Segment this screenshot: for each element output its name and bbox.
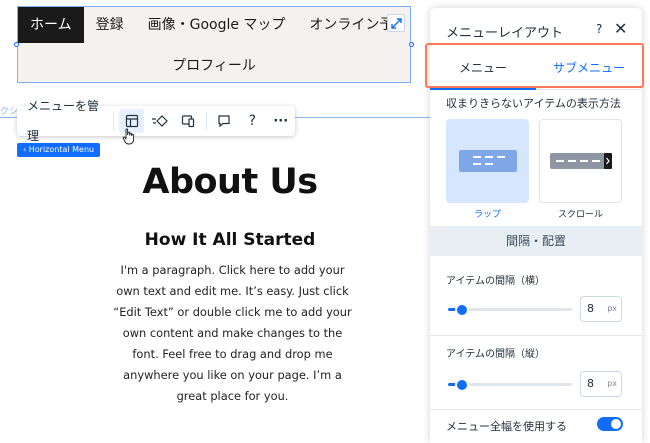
hand-cursor-icon bbox=[122, 128, 135, 145]
spacing-v-value: 8 bbox=[587, 377, 594, 390]
help-icon: ? bbox=[248, 113, 256, 129]
menu-item-home[interactable]: ホーム bbox=[18, 7, 84, 43]
option-wrap-label: ラップ bbox=[473, 210, 501, 220]
page-title[interactable]: About Us bbox=[110, 162, 350, 202]
spacing-v-slider[interactable] bbox=[448, 379, 572, 390]
option-scroll[interactable] bbox=[539, 119, 622, 203]
spacing-v-label: アイテムの間隔（縦） bbox=[446, 349, 545, 360]
help-button[interactable]: ? bbox=[240, 109, 264, 133]
page-paragraph[interactable]: I'm a paragraph. Click here to add your … bbox=[110, 260, 355, 407]
selection-handle-left[interactable] bbox=[14, 42, 19, 47]
divider bbox=[430, 409, 642, 410]
panel-tabs: メニュー サブメニュー bbox=[430, 46, 642, 90]
spacing-v-input[interactable]: 8 px bbox=[580, 371, 622, 397]
spacing-h-input[interactable]: 8 px bbox=[580, 296, 622, 322]
layout-icon bbox=[125, 114, 138, 128]
spacing-h-slider[interactable] bbox=[448, 304, 572, 315]
diagonal-arrows-icon bbox=[390, 17, 402, 29]
stretch-handle[interactable] bbox=[387, 14, 405, 32]
section-guide-label: クシ bbox=[0, 107, 19, 117]
menu-item-images-map[interactable]: 画像・Google マップ bbox=[136, 7, 298, 43]
panel-header: メニューレイアウト ? ✕ bbox=[430, 8, 642, 50]
option-wrap[interactable] bbox=[446, 119, 529, 203]
scroll-layout-icon bbox=[549, 153, 612, 169]
page-subtitle[interactable]: How It All Started bbox=[110, 230, 350, 250]
menu-item-profile[interactable]: プロフィール bbox=[18, 54, 410, 78]
toolbar-divider bbox=[205, 112, 207, 130]
panel-close-icon[interactable]: ✕ bbox=[614, 19, 627, 38]
option-scroll-label: スクロール bbox=[557, 210, 603, 220]
panel-title: メニューレイアウト bbox=[446, 26, 564, 41]
comment-button[interactable] bbox=[212, 109, 236, 133]
wrap-layout-icon bbox=[458, 150, 517, 172]
toolbar-divider bbox=[113, 112, 115, 130]
menu-layout-panel: メニューレイアウト ? ✕ メニュー サブメニュー 収まりきらないアイテムの表示… bbox=[430, 8, 642, 443]
menu-item-register[interactable]: 登録 bbox=[84, 7, 136, 43]
panel-help-icon[interactable]: ? bbox=[596, 22, 602, 36]
section-title-spacing: 間隔・配置 bbox=[430, 226, 642, 256]
tab-menu[interactable]: メニュー bbox=[430, 46, 536, 90]
spacing-h-value: 8 bbox=[587, 302, 594, 315]
full-width-label: メニュー全幅を使用する bbox=[446, 420, 567, 433]
horizontal-menu[interactable]: ホーム 登録 画像・Google マップ オンライン予 プロフィール bbox=[17, 6, 411, 83]
animation-icon bbox=[152, 115, 168, 127]
mobile-button[interactable] bbox=[176, 109, 200, 133]
floating-toolbar: メニューを管理 ? ··· bbox=[17, 99, 295, 143]
mobile-desktop-icon bbox=[182, 115, 195, 128]
component-tag[interactable]: ‹ Horizontal Menu bbox=[17, 143, 101, 157]
spacing-v-slider-knob[interactable] bbox=[457, 379, 467, 390]
tab-submenu[interactable]: サブメニュー bbox=[536, 46, 642, 89]
comment-icon bbox=[218, 115, 230, 128]
more-button[interactable]: ··· bbox=[269, 109, 293, 133]
spacing-h-unit: px bbox=[607, 304, 617, 313]
menu-row: ホーム 登録 画像・Google マップ オンライン予 bbox=[18, 7, 410, 43]
overflow-label: 収まりきらないアイテムの表示方法 bbox=[446, 97, 621, 110]
more-icon: ··· bbox=[273, 113, 289, 129]
manage-menu-button[interactable]: メニューを管理 bbox=[17, 91, 110, 151]
spacing-h-label: アイテムの間隔（横） bbox=[446, 276, 545, 287]
spacing-h-slider-knob[interactable] bbox=[457, 304, 467, 315]
divider bbox=[430, 335, 642, 336]
component-tag-label: Horizontal Menu bbox=[28, 145, 95, 154]
spacing-v-unit: px bbox=[607, 379, 617, 388]
selection-handle-right[interactable] bbox=[409, 42, 414, 47]
animation-button[interactable] bbox=[148, 109, 172, 133]
full-width-toggle[interactable] bbox=[597, 417, 623, 431]
